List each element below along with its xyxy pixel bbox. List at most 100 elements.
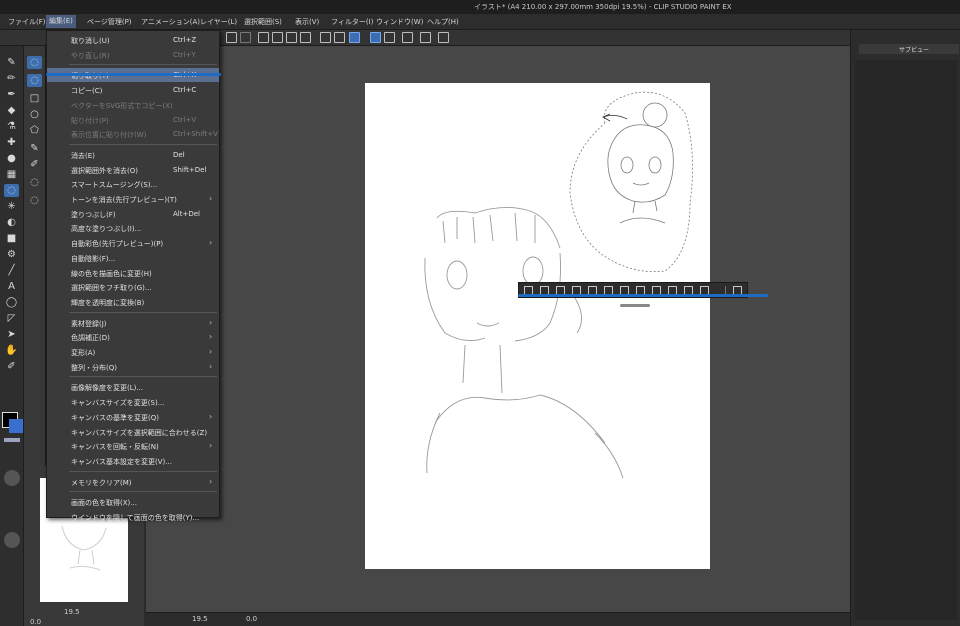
edit-menu-item: 貼り付け(P) Ctrl+V bbox=[47, 113, 219, 127]
edit-menu-item-label: 高度な塗りつぶし(I)... bbox=[71, 225, 142, 234]
clear-outside-icon[interactable] bbox=[334, 32, 345, 43]
menu-layer[interactable]: レイヤー(L) bbox=[200, 17, 237, 27]
edit-menu-item-label: 輝度を透明度に変換(B) bbox=[71, 298, 145, 307]
edit-menu-item[interactable]: 線の色を描画色に変更(H) bbox=[47, 266, 219, 280]
redo-icon[interactable] bbox=[240, 32, 251, 43]
lasso-tool-icon[interactable]: ◌ bbox=[4, 184, 19, 197]
edit-menu-item[interactable]: 整列・分布(Q) › bbox=[47, 360, 219, 374]
deselect-icon[interactable] bbox=[258, 32, 269, 43]
device-icon[interactable] bbox=[420, 32, 431, 43]
menu-animation[interactable]: アニメーション(A) bbox=[141, 17, 200, 27]
edit-menu-item: やり直し(R) Ctrl+Y bbox=[47, 48, 219, 62]
sub-lasso-icon[interactable]: ◌ bbox=[27, 56, 42, 69]
menu-view[interactable]: 表示(V) bbox=[295, 17, 319, 27]
edit-menu-item[interactable]: コピー(C) Ctrl+C bbox=[47, 83, 219, 97]
edit-menu-item[interactable]: 輝度を透明度に変換(B) bbox=[47, 295, 219, 309]
invert-selection-icon[interactable] bbox=[272, 32, 283, 43]
figure-tool-icon[interactable]: ⚙ bbox=[4, 248, 19, 261]
edit-menu-item[interactable]: 取り消し(U) Ctrl+Z bbox=[47, 33, 219, 47]
menu-file[interactable]: ファイル(F) bbox=[8, 17, 46, 27]
menu-page[interactable]: ページ管理(P) bbox=[87, 17, 132, 27]
clear-icon[interactable] bbox=[320, 32, 331, 43]
frame-tool-icon[interactable]: ◸ bbox=[4, 312, 19, 325]
subview-tab[interactable]: サブビュー bbox=[859, 44, 959, 54]
balloon-tool-icon[interactable]: ◯ bbox=[4, 296, 19, 309]
bucket-tool-icon[interactable]: ◐ bbox=[4, 216, 19, 229]
pen-tool-icon[interactable]: ✎ bbox=[4, 56, 19, 69]
menu-filter[interactable]: フィルター(I) bbox=[331, 17, 373, 27]
ruler-snap-icon[interactable] bbox=[370, 32, 381, 43]
edit-menu-item[interactable]: 画面の色を取得(X)... bbox=[47, 495, 219, 509]
edit-menu-item[interactable]: 塗りつぶし(F) Alt+Del bbox=[47, 207, 219, 221]
menu-edit[interactable]: 編集(E) bbox=[46, 15, 76, 28]
menu-window[interactable]: ウィンドウ(W) bbox=[376, 17, 423, 27]
sub-pen-select-icon[interactable]: ✎ bbox=[27, 142, 42, 155]
sub-rect-icon[interactable]: □ bbox=[27, 92, 42, 105]
blend-tool-icon[interactable]: ✚ bbox=[4, 136, 19, 149]
edit-menu-item: 表示位置に貼り付け(W) Ctrl+Shift+V bbox=[47, 127, 219, 141]
sub-select-icon[interactable]: ◌ bbox=[27, 194, 42, 207]
launcher-drag-handle[interactable] bbox=[620, 304, 650, 307]
snap-icon[interactable] bbox=[349, 32, 360, 43]
edit-menu-item-label: 素材登録(J) bbox=[71, 319, 107, 328]
crop-icon[interactable] bbox=[300, 32, 311, 43]
transparent-color-icon[interactable] bbox=[4, 438, 20, 442]
edit-menu-item[interactable]: 変形(A) › bbox=[47, 345, 219, 359]
edit-menu-item-label: 自動陰影(F)... bbox=[71, 254, 116, 263]
gradient-tool-icon[interactable]: ■ bbox=[4, 232, 19, 245]
edit-menu-item[interactable]: キャンバス基本設定を変更(V)... bbox=[47, 454, 219, 468]
fill-tool-icon[interactable]: ● bbox=[4, 152, 19, 165]
grid-snap-icon[interactable] bbox=[384, 32, 395, 43]
sub-shrink-icon[interactable]: ◌ bbox=[27, 176, 42, 189]
edit-menu-item[interactable]: 選択範囲外を消去(O) Shift+Del bbox=[47, 163, 219, 177]
submenu-arrow-icon: › bbox=[209, 332, 213, 342]
menu-selection[interactable]: 選択範囲(S) bbox=[244, 17, 282, 27]
edit-menu-item[interactable]: 画像解像度を変更(L)... bbox=[47, 380, 219, 394]
text-tool-icon[interactable]: A bbox=[4, 280, 19, 293]
sub-polyline-icon[interactable]: ⬠ bbox=[27, 124, 42, 137]
nav-rotation-value[interactable]: 0.0 bbox=[30, 618, 41, 626]
edit-menu-item[interactable]: キャンバスサイズを選択範囲に合わせる(Z) bbox=[47, 425, 219, 439]
line-tool-icon[interactable]: ╱ bbox=[4, 264, 19, 277]
edit-menu-item[interactable]: キャンバスの基準を変更(Q) › bbox=[47, 410, 219, 424]
eyedropper-tool-icon[interactable]: ✐ bbox=[4, 360, 19, 373]
rotation-value[interactable]: 0.0 bbox=[246, 615, 257, 623]
edit-menu-item[interactable]: キャンバスを回転・反転(N) › bbox=[47, 439, 219, 453]
edit-menu-item[interactable]: トーンを消去(先行プレビュー)(T) › bbox=[47, 192, 219, 206]
edit-menu-item[interactable]: 色調補正(D) › bbox=[47, 330, 219, 344]
edit-menu-item[interactable]: 素材登録(J) › bbox=[47, 316, 219, 330]
eraser-tool-icon[interactable]: ◆ bbox=[4, 104, 19, 117]
wand-tool-icon[interactable]: ✳ bbox=[4, 200, 19, 213]
brush-tool-icon[interactable]: ✒ bbox=[4, 88, 19, 101]
sub-ellipse-icon[interactable]: ○ bbox=[27, 108, 42, 121]
edit-menu-item-label: ウインドウを隠して画面の色を取得(Y)... bbox=[71, 514, 200, 522]
sub-lasso-active-icon[interactable]: ◌ bbox=[27, 74, 42, 87]
help-icon[interactable] bbox=[438, 32, 449, 43]
edit-menu-item[interactable]: スマートスムージング(S)... bbox=[47, 177, 219, 191]
edit-menu-item[interactable]: 選択範囲をフチ取り(G)... bbox=[47, 280, 219, 294]
sub-eraser-select-icon[interactable]: ✐ bbox=[27, 158, 42, 171]
zoom-value[interactable]: 19.5 bbox=[192, 615, 208, 623]
pencil-tool-icon[interactable]: ✏ bbox=[4, 72, 19, 85]
edit-menu-item[interactable]: メモリをクリア(M) › bbox=[47, 475, 219, 489]
edit-menu-item[interactable]: 自動陰影(F)... bbox=[47, 251, 219, 265]
edit-menu-item[interactable]: 自動彩色(先行プレビュー)(P) › bbox=[47, 236, 219, 250]
edit-menu-item[interactable]: 消去(E) Del bbox=[47, 148, 219, 162]
operation-tool-icon[interactable]: ➤ bbox=[4, 328, 19, 341]
background-color-swatch[interactable] bbox=[9, 419, 23, 433]
canvas-paper[interactable] bbox=[365, 83, 710, 569]
hand-tool-icon[interactable]: ✋ bbox=[4, 344, 19, 357]
nav-zoom-value[interactable]: 19.5 bbox=[64, 608, 80, 616]
fill-icon[interactable] bbox=[286, 32, 297, 43]
undo-icon[interactable] bbox=[226, 32, 237, 43]
menu-help[interactable]: ヘルプ(H) bbox=[427, 17, 459, 27]
title-bar: イラスト* (A4 210.00 x 297.00mm 350dpi 19.5%… bbox=[0, 0, 960, 14]
edit-menu-item[interactable]: キャンバスサイズを変更(S)... bbox=[47, 395, 219, 409]
perspective-icon[interactable] bbox=[402, 32, 413, 43]
submenu-arrow-icon: › bbox=[209, 317, 213, 327]
edit-menu-item[interactable]: ウインドウを隠して画面の色を取得(Y)... bbox=[47, 510, 219, 524]
pattern-tool-icon[interactable]: ▦ bbox=[4, 168, 19, 181]
edit-menu-item-label: 塗りつぶし(F) bbox=[71, 210, 116, 219]
decoration-tool-icon[interactable]: ⚗ bbox=[4, 120, 19, 133]
edit-menu-item[interactable]: 高度な塗りつぶし(I)... bbox=[47, 221, 219, 235]
